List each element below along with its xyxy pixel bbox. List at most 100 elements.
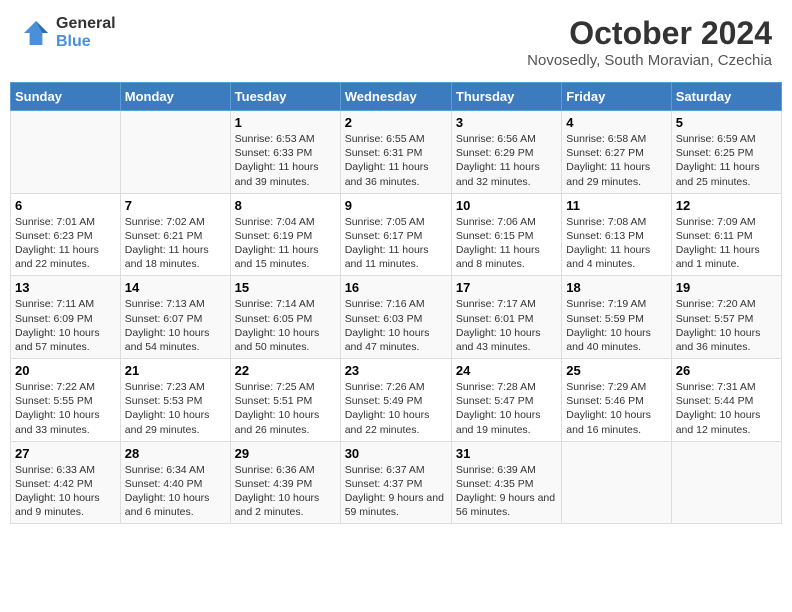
day-info: Sunrise: 7:20 AMSunset: 5:57 PMDaylight:…: [676, 297, 777, 354]
calendar-table: SundayMondayTuesdayWednesdayThursdayFrid…: [10, 82, 782, 524]
day-number: 12: [676, 198, 777, 213]
calendar-cell: 6Sunrise: 7:01 AMSunset: 6:23 PMDaylight…: [11, 193, 121, 276]
day-number: 26: [676, 363, 777, 378]
calendar-cell: 3 Sunrise: 6:56 AMSunset: 6:29 PMDaylight…: [451, 111, 561, 194]
calendar-body: 1 Sunrise: 6:53 AMSunset: 6:33 PMDaylight…: [11, 111, 782, 524]
calendar-cell: 15 Sunrise: 7:14 AMSunset: 6:05 PMDayligh…: [230, 276, 340, 359]
day-number: 17: [456, 280, 557, 295]
calendar-cell: 5Sunrise: 6:59 AMSunset: 6:25 PMDaylight…: [671, 111, 781, 194]
day-number: 2: [345, 115, 447, 130]
day-info: Sunrise: 7:04 AMSunset: 6:19 PMDaylight:…: [235, 215, 336, 272]
day-info: Sunrise: 7:19 AMSunset: 5:59 PMDaylight:…: [566, 297, 666, 354]
calendar-cell: 30 Sunrise: 6:37 AMSunset: 4:37 PMDayligh…: [340, 441, 451, 524]
day-info: Sunrise: 7:26 AMSunset: 5:49 PMDaylight:…: [345, 380, 447, 437]
day-info: Sunrise: 7:16 AMSunset: 6:03 PMDaylight:…: [345, 297, 447, 354]
calendar-cell: 16 Sunrise: 7:16 AMSunset: 6:03 PMDayligh…: [340, 276, 451, 359]
calendar-cell: 13 Sunrise: 7:11 AMSunset: 6:09 PMDayligh…: [11, 276, 121, 359]
day-number: 21: [125, 363, 226, 378]
day-number: 27: [15, 446, 116, 461]
calendar-cell: 23Sunrise: 7:26 AMSunset: 5:49 PMDayligh…: [340, 359, 451, 442]
calendar-cell: 14Sunrise: 7:13 AMSunset: 6:07 PMDayligh…: [120, 276, 230, 359]
day-info: Sunrise: 7:14 AMSunset: 6:05 PMDaylight:…: [235, 297, 336, 354]
day-number: 3: [456, 115, 557, 130]
calendar-cell: 20Sunrise: 7:22 AMSunset: 5:55 PMDayligh…: [11, 359, 121, 442]
day-info: Sunrise: 6:58 AMSunset: 6:27 PMDaylight:…: [566, 132, 666, 189]
day-info: Sunrise: 6:56 AMSunset: 6:29 PMDaylight:…: [456, 132, 557, 189]
day-info: Sunrise: 7:23 AMSunset: 5:53 PMDaylight:…: [125, 380, 226, 437]
day-info: Sunrise: 6:33 AMSunset: 4:42 PMDaylight:…: [15, 463, 116, 520]
day-number: 30: [345, 446, 447, 461]
calendar-cell: [11, 111, 121, 194]
calendar-cell: 17 Sunrise: 7:17 AMSunset: 6:01 PMDayligh…: [451, 276, 561, 359]
calendar-cell: 26 Sunrise: 7:31 AMSunset: 5:44 PMDayligh…: [671, 359, 781, 442]
day-number: 19: [676, 280, 777, 295]
page-header: General Blue October 2024 Novosedly, Sou…: [10, 10, 782, 74]
logo: General Blue: [20, 15, 116, 50]
day-info: Sunrise: 6:53 AMSunset: 6:33 PMDaylight:…: [235, 132, 336, 189]
calendar-cell: 29 Sunrise: 6:36 AMSunset: 4:39 PMDayligh…: [230, 441, 340, 524]
day-number: 14: [125, 280, 226, 295]
day-number: 24: [456, 363, 557, 378]
calendar-cell: 10Sunrise: 7:06 AMSunset: 6:15 PMDayligh…: [451, 193, 561, 276]
day-info: Sunrise: 6:34 AMSunset: 4:40 PMDaylight:…: [125, 463, 226, 520]
day-number: 13: [15, 280, 116, 295]
calendar-cell: 31Sunrise: 6:39 AMSunset: 4:35 PMDayligh…: [451, 441, 561, 524]
day-number: 9: [345, 198, 447, 213]
week-row-2: 6Sunrise: 7:01 AMSunset: 6:23 PMDaylight…: [11, 193, 782, 276]
week-row-5: 27 Sunrise: 6:33 AMSunset: 4:42 PMDayligh…: [11, 441, 782, 524]
week-row-3: 13 Sunrise: 7:11 AMSunset: 6:09 PMDayligh…: [11, 276, 782, 359]
weekday-header-tuesday: Tuesday: [230, 83, 340, 111]
calendar-cell: 27 Sunrise: 6:33 AMSunset: 4:42 PMDayligh…: [11, 441, 121, 524]
calendar-cell: 12 Sunrise: 7:09 AMSunset: 6:11 PMDayligh…: [671, 193, 781, 276]
day-info: Sunrise: 7:31 AMSunset: 5:44 PMDaylight:…: [676, 380, 777, 437]
day-number: 15: [235, 280, 336, 295]
calendar-cell: [120, 111, 230, 194]
calendar-cell: 21 Sunrise: 7:23 AMSunset: 5:53 PMDayligh…: [120, 359, 230, 442]
day-info: Sunrise: 7:05 AMSunset: 6:17 PMDaylight:…: [345, 215, 447, 272]
weekday-header-wednesday: Wednesday: [340, 83, 451, 111]
day-info: Sunrise: 7:08 AMSunset: 6:13 PMDaylight:…: [566, 215, 666, 272]
day-info: Sunrise: 6:37 AMSunset: 4:37 PMDaylight:…: [345, 463, 447, 520]
calendar-cell: 25 Sunrise: 7:29 AMSunset: 5:46 PMDayligh…: [562, 359, 671, 442]
weekday-header-monday: Monday: [120, 83, 230, 111]
calendar-cell: 8 Sunrise: 7:04 AMSunset: 6:19 PMDaylight…: [230, 193, 340, 276]
day-info: Sunrise: 7:25 AMSunset: 5:51 PMDaylight:…: [235, 380, 336, 437]
calendar-cell: 19 Sunrise: 7:20 AMSunset: 5:57 PMDayligh…: [671, 276, 781, 359]
calendar-cell: 24Sunrise: 7:28 AMSunset: 5:47 PMDayligh…: [451, 359, 561, 442]
day-info: Sunrise: 6:55 AMSunset: 6:31 PMDaylight:…: [345, 132, 447, 189]
day-info: Sunrise: 6:36 AMSunset: 4:39 PMDaylight:…: [235, 463, 336, 520]
day-number: 25: [566, 363, 666, 378]
day-info: Sunrise: 7:17 AMSunset: 6:01 PMDaylight:…: [456, 297, 557, 354]
logo-blue-label: Blue: [56, 33, 116, 51]
weekday-header-row: SundayMondayTuesdayWednesdayThursdayFrid…: [11, 83, 782, 111]
logo-icon: [20, 17, 52, 49]
calendar-cell: 7 Sunrise: 7:02 AMSunset: 6:21 PMDaylight…: [120, 193, 230, 276]
month-title: October 2024: [527, 15, 772, 52]
day-number: 1: [235, 115, 336, 130]
day-number: 10: [456, 198, 557, 213]
weekday-header-thursday: Thursday: [451, 83, 561, 111]
calendar-cell: 1 Sunrise: 6:53 AMSunset: 6:33 PMDaylight…: [230, 111, 340, 194]
location-subtitle: Novosedly, South Moravian, Czechia: [527, 52, 772, 69]
day-info: Sunrise: 7:09 AMSunset: 6:11 PMDaylight:…: [676, 215, 777, 272]
day-number: 29: [235, 446, 336, 461]
day-info: Sunrise: 7:11 AMSunset: 6:09 PMDaylight:…: [15, 297, 116, 354]
calendar-cell: [671, 441, 781, 524]
day-info: Sunrise: 7:29 AMSunset: 5:46 PMDaylight:…: [566, 380, 666, 437]
weekday-header-sunday: Sunday: [11, 83, 121, 111]
calendar-cell: 28 Sunrise: 6:34 AMSunset: 4:40 PMDayligh…: [120, 441, 230, 524]
day-info: Sunrise: 7:02 AMSunset: 6:21 PMDaylight:…: [125, 215, 226, 272]
day-number: 5: [676, 115, 777, 130]
day-number: 31: [456, 446, 557, 461]
day-number: 7: [125, 198, 226, 213]
weekday-header-saturday: Saturday: [671, 83, 781, 111]
day-number: 16: [345, 280, 447, 295]
day-number: 8: [235, 198, 336, 213]
calendar-cell: 9 Sunrise: 7:05 AMSunset: 6:17 PMDaylight…: [340, 193, 451, 276]
weekday-header-friday: Friday: [562, 83, 671, 111]
day-number: 28: [125, 446, 226, 461]
logo-general-label: General: [56, 15, 116, 33]
day-number: 20: [15, 363, 116, 378]
calendar-cell: 18Sunrise: 7:19 AMSunset: 5:59 PMDayligh…: [562, 276, 671, 359]
week-row-4: 20Sunrise: 7:22 AMSunset: 5:55 PMDayligh…: [11, 359, 782, 442]
